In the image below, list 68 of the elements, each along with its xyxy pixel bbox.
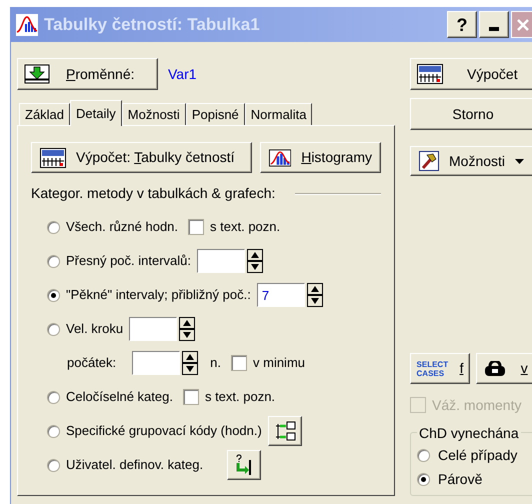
option-label: Celočíselné kateg.	[66, 388, 173, 406]
download-arrow-icon	[24, 64, 50, 84]
checkbox-label: Váž. momenty	[432, 396, 522, 415]
checkbox[interactable]	[182, 389, 199, 405]
radio-button[interactable]	[47, 390, 60, 404]
options-dropdown-button[interactable]: Možnosti	[410, 146, 532, 176]
compute-tables-button[interactable]: Výpočet: Tabulky četností	[31, 142, 252, 173]
window-title: Tabulky četností: Tabulka1	[44, 14, 260, 36]
checkbox[interactable]	[231, 355, 247, 371]
option-label: Přesný poč. intervalů:	[66, 252, 192, 270]
radio-button[interactable]	[47, 458, 60, 472]
select-cases-label: SELECT CASES	[416, 360, 449, 378]
calculator-grid-icon	[40, 148, 66, 168]
option-label: Vel. kroku	[66, 320, 124, 338]
checkbox-label: v minimu	[253, 354, 306, 372]
radio-button[interactable]	[47, 288, 60, 302]
option-label: Všech. různé hodn.	[66, 218, 178, 236]
tab[interactable]: Základ	[19, 103, 70, 125]
caret-icon	[515, 158, 524, 164]
number-field[interactable]	[197, 249, 246, 273]
radio-button[interactable]	[47, 322, 60, 336]
spin-buttons-icon[interactable]	[306, 283, 323, 307]
close-icon	[516, 18, 530, 32]
histograms-button[interactable]: Histogramy	[260, 142, 381, 173]
help-button[interactable]: ?	[447, 11, 477, 38]
option-label: počátek:	[67, 354, 116, 372]
tool-button[interactable]	[227, 450, 262, 480]
select-cases-button[interactable]: SELECT CASES f	[410, 353, 470, 384]
spin-buttons-icon[interactable]	[179, 317, 196, 341]
option-label: "Pěkné" intervaly; přibližný poč.:	[66, 286, 251, 304]
tab[interactable]: Popisné	[186, 103, 245, 125]
minimize-button[interactable]	[479, 11, 509, 38]
tab[interactable]: Možnosti	[122, 103, 186, 125]
option-label: Specifické grupovací kódy (hodn.)	[66, 422, 262, 440]
number-field[interactable]	[129, 317, 178, 341]
radio-button[interactable]	[417, 472, 430, 486]
weight-button[interactable]: v	[476, 353, 532, 384]
histogram-icon	[269, 148, 292, 168]
option-label: Uživatel. definov. kateg.	[66, 456, 204, 474]
section-label: Kategor. metody v tabulkách & grafech:	[31, 184, 276, 203]
radio-button[interactable]	[417, 448, 430, 462]
option-label: Párově	[438, 470, 482, 488]
spin-buttons-icon[interactable]	[182, 351, 198, 375]
variable-value: Var1	[168, 64, 197, 84]
arrow-into-bar-icon	[235, 454, 254, 476]
cancel-button[interactable]: Storno	[410, 98, 532, 130]
hammer-icon	[419, 151, 439, 171]
calculator-grid-icon	[417, 64, 443, 84]
minimize-icon	[489, 27, 499, 31]
histogram-curve-icon	[16, 14, 38, 36]
checkbox-label: s text. pozn.	[210, 218, 280, 236]
tool-button[interactable]	[268, 416, 302, 446]
tab[interactable]: Normalita	[244, 103, 312, 125]
radio-button[interactable]	[47, 424, 60, 438]
number-field[interactable]	[132, 351, 180, 375]
spin-buttons-icon[interactable]	[247, 249, 264, 273]
compute-button[interactable]: Výpočet	[410, 58, 532, 90]
variables-button[interactable]: Proměnné:	[17, 58, 158, 90]
radio-button[interactable]	[47, 254, 60, 268]
weight-icon	[484, 360, 506, 376]
unit-label: n.	[210, 354, 221, 372]
checkbox[interactable]	[188, 219, 204, 235]
checkbox-label: s text. pozn.	[204, 388, 276, 406]
tab[interactable]: Detaily	[70, 100, 122, 126]
radio-button[interactable]	[47, 220, 60, 234]
grouping-codes-icon	[274, 420, 296, 442]
number-field[interactable]: 7	[256, 283, 305, 307]
option-label: Celé případy	[438, 446, 518, 465]
